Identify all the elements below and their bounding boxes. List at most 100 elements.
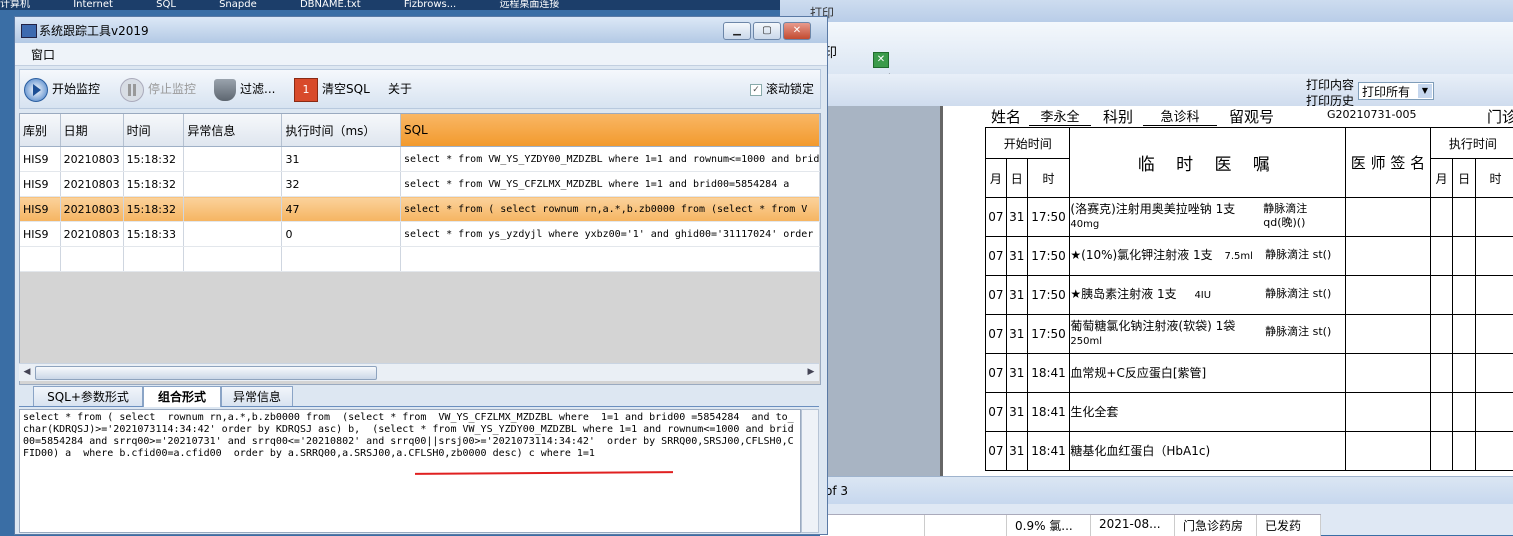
order-time: 17:50: [1027, 198, 1070, 237]
order-day: 31: [1006, 354, 1027, 393]
cell-db: HIS9: [20, 197, 60, 222]
table-row[interactable]: HIS9 20210803 15:18:32 32 select * from …: [20, 172, 820, 197]
detail-tabs: SQL+参数形式 组合形式 异常信息: [19, 384, 819, 407]
about-button[interactable]: 关于: [388, 76, 412, 102]
checkbox-icon[interactable]: ✓: [750, 84, 762, 96]
col-header-date[interactable]: 日期: [60, 114, 123, 147]
cell-time: 15:18:32: [123, 147, 184, 172]
order-content: 葡萄糖氯化钠注射液(软袋) 1袋静脉滴注 st()250ml: [1070, 315, 1346, 354]
taskbar-item[interactable]: Snapde: [219, 0, 257, 10]
app-icon: [21, 24, 37, 38]
month-header: 月: [986, 159, 1007, 198]
clinic-label: 门诊: [1487, 106, 1513, 127]
order-row: 07 31 18:41 糖基化血红蛋白（HbA1c): [986, 432, 1513, 471]
exec-time-header: 执行时间: [1430, 128, 1513, 159]
drug-date-cell: 2021-08...: [1091, 515, 1175, 536]
cell-db: HIS9: [20, 172, 60, 197]
exec-cell: [1453, 432, 1476, 471]
taskbar-item[interactable]: SQL: [156, 0, 176, 10]
taskbar-item[interactable]: DBNAME.txt: [300, 0, 361, 10]
exec-cell: [1453, 315, 1476, 354]
order-time: 18:41: [1027, 393, 1070, 432]
cell-time: 15:18:33: [123, 222, 184, 247]
stop-monitor-button[interactable]: 停止监控: [120, 76, 196, 102]
cell-empty: [60, 247, 123, 272]
order-row: 07 31 17:50 ★(10%)氯化钾注射液 1支 7.5ml静脉滴注 st…: [986, 237, 1513, 276]
drug-name-cell: 0.9% 氯...: [1007, 515, 1091, 536]
vertical-scrollbar[interactable]: [801, 409, 819, 533]
order-route: 静脉滴注 st(): [1265, 248, 1331, 262]
tab-sql-params[interactable]: SQL+参数形式: [33, 386, 143, 406]
sql-log-grid: 库别 日期 时间 异常信息 执行时间（ms） SQL HIS9 20210803…: [19, 113, 821, 385]
order-day: 31: [1006, 237, 1027, 276]
taskbar-item[interactable]: 计算机: [0, 0, 30, 10]
order-text: 葡萄糖氯化钠注射液(软袋) 1袋: [1070, 319, 1235, 333]
order-dose: 40mg: [1070, 219, 1099, 230]
chevron-down-icon[interactable]: ▼: [1418, 84, 1432, 98]
exec-cell: [1453, 393, 1476, 432]
drug-list: 0.9% 氯... 2021-08... 门急诊药房 已发药: [780, 504, 1513, 535]
start-monitor-button[interactable]: 开始监控: [24, 76, 100, 102]
filter-button[interactable]: 过滤...: [214, 76, 275, 102]
exec-cell: [1453, 276, 1476, 315]
minimize-button[interactable]: ▁: [723, 22, 751, 40]
print-option-select[interactable]: 打印所有 ▼: [1358, 82, 1434, 100]
taskbar-item[interactable]: 远程桌面连接: [499, 0, 559, 10]
table-row[interactable]: HIS9 20210803 15:18:33 0 select * from y…: [20, 222, 820, 247]
order-row: 07 31 17:50 葡萄糖氯化钠注射液(软袋) 1袋静脉滴注 st()250…: [986, 315, 1513, 354]
exec-month-header: 月: [1430, 159, 1453, 198]
clear-sql-button[interactable]: 1清空SQL: [294, 76, 370, 102]
start-time-header: 开始时间: [986, 128, 1070, 159]
scroll-lock-label: 滚动锁定: [766, 82, 814, 96]
exec-cell: [1475, 393, 1513, 432]
col-header-db[interactable]: 库别: [20, 114, 60, 147]
cell-time: 15:18:32: [123, 197, 184, 222]
maximize-button[interactable]: ▢: [753, 22, 781, 40]
order-month: 07: [986, 315, 1007, 354]
cell-empty: [184, 247, 282, 272]
order-content: (洛赛克)注射用奥美拉唑钠 1支静脉滴注 qd(晚)()40mg: [1070, 198, 1346, 237]
taskbar-item[interactable]: Fizbrows...: [404, 0, 456, 10]
sign-cell: [1346, 354, 1430, 393]
table-row[interactable]: HIS9 20210803 15:18:32 31 select * from …: [20, 147, 820, 172]
table-row-selected[interactable]: HIS9 20210803 15:18:32 47 select * from …: [20, 197, 820, 222]
cell-sql: select * from VW_YS_YZDY00_MZDZBL where …: [400, 147, 819, 172]
close-button[interactable]: ✕: [783, 22, 811, 40]
exec-cell: [1475, 432, 1513, 471]
trace-window-titlebar[interactable]: 系统跟踪工具v2019 ▁ ▢ ✕: [15, 17, 827, 43]
about-label: 关于: [388, 82, 412, 96]
cell-empty: [20, 247, 60, 272]
order-time: 17:50: [1027, 237, 1070, 276]
order-dose: 4IU: [1194, 290, 1211, 301]
scroll-left-icon[interactable]: ◀: [21, 366, 33, 378]
scrollbar-thumb[interactable]: [35, 366, 377, 380]
order-row: 07 31 18:41 血常规+C反应蛋白[紫管]: [986, 354, 1513, 393]
drug-cell: [820, 515, 925, 536]
col-header-error[interactable]: 异常信息: [184, 114, 282, 147]
drug-list-row[interactable]: 0.9% 氯... 2021-08... 门急诊药房 已发药: [820, 514, 1321, 536]
sign-cell: [1346, 393, 1430, 432]
temporary-orders-table: 开始时间 临 时 医 嘱 医 师 签 名 执行时间 月 日 时 月 日 时 07…: [985, 127, 1513, 471]
scroll-lock-checkbox[interactable]: ✓ 滚动锁定: [750, 76, 814, 102]
tab-combined[interactable]: 组合形式: [143, 386, 221, 407]
obs-label: 留观号: [1229, 106, 1274, 127]
sign-cell: [1346, 237, 1430, 276]
col-header-time[interactable]: 时间: [123, 114, 184, 147]
menu-item-window[interactable]: 窗口: [31, 46, 55, 63]
taskbar-item[interactable]: Internet: [73, 0, 113, 10]
cell-exec-time: 0: [282, 222, 400, 247]
filter-label: 过滤...: [240, 82, 275, 96]
sql-text-area[interactable]: select * from ( select rownum rn,a.*,b.z…: [19, 409, 801, 533]
order-month: 07: [986, 198, 1007, 237]
col-header-sql[interactable]: SQL: [400, 114, 819, 147]
scroll-right-icon[interactable]: ▶: [805, 366, 817, 378]
table-row-empty[interactable]: [20, 247, 820, 272]
horizontal-scrollbar[interactable]: ◀ ▶: [19, 363, 819, 381]
cell-date: 20210803: [60, 197, 123, 222]
order-time: 17:50: [1027, 276, 1070, 315]
col-header-exec-time[interactable]: 执行时间（ms）: [282, 114, 400, 147]
tab-exceptions[interactable]: 异常信息: [221, 386, 293, 406]
drug-cell: [925, 515, 1007, 536]
dept-label: 科别: [1103, 106, 1133, 127]
print-option-value: 打印所有: [1362, 85, 1410, 99]
